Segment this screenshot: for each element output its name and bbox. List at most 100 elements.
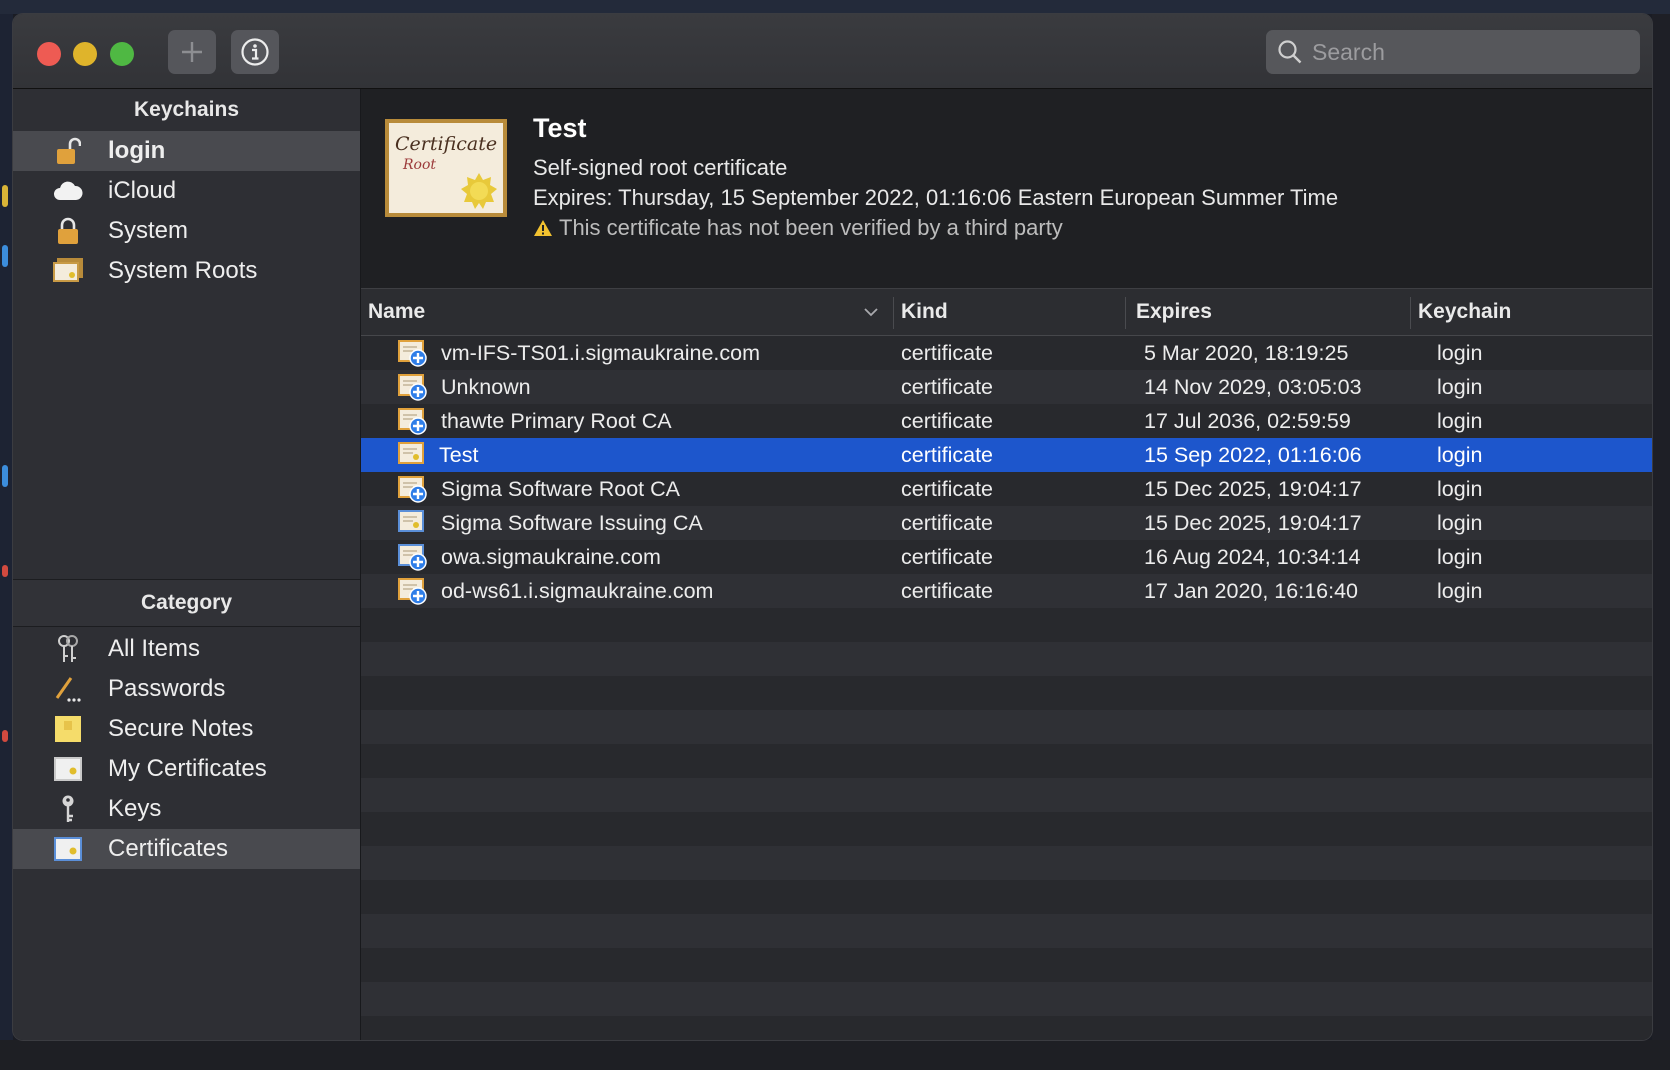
sidebar-item-secure-notes[interactable]: Secure Notes — [13, 709, 360, 749]
column-header-keychain[interactable]: Keychain — [1410, 289, 1511, 335]
search-icon — [1278, 40, 1302, 64]
column-divider[interactable] — [1410, 297, 1411, 329]
certificate-badge-title: Certificate — [395, 133, 498, 155]
unlocked-padlock-icon — [48, 136, 88, 166]
table-row[interactable]: Sigma Software Issuing CA certificate 15 D… — [361, 506, 1652, 540]
minimize-button[interactable] — [73, 42, 97, 66]
desktop-left-strip — [0, 14, 13, 1070]
row-name-text: vm-IFS-TS01.i.sigmaukraine.com — [441, 340, 760, 365]
key-icon — [48, 794, 88, 824]
main-pane: Certificate Root Test Self-signed root c… — [361, 89, 1652, 1040]
column-header-expires[interactable]: Expires — [1125, 289, 1410, 335]
column-divider[interactable] — [893, 297, 894, 329]
cell-name: owa.sigmaukraine.com — [361, 543, 893, 571]
search-field[interactable] — [1266, 30, 1640, 74]
padlock-icon — [48, 216, 88, 246]
certificate-root-icon — [397, 441, 427, 469]
sidebar-item-all-items[interactable]: All Items — [13, 629, 360, 669]
empty-row — [361, 744, 1652, 778]
row-name-text: owa.sigmaukraine.com — [441, 544, 661, 569]
sidebar-item-keys[interactable]: Keys — [13, 789, 360, 829]
cell-keychain: login — [1437, 374, 1483, 399]
cell-name: Sigma Software Root CA — [361, 475, 893, 503]
table-row[interactable]: Test certificate 15 Sep 2022, 01:16:06 logi… — [361, 438, 1652, 472]
column-header-kind[interactable]: Kind — [893, 289, 1125, 335]
cell-keychain: login — [1437, 578, 1483, 603]
certificate-icon — [48, 834, 88, 864]
certificate-person-icon — [48, 754, 88, 784]
note-icon — [48, 714, 88, 744]
cell-keychain: login — [1437, 510, 1483, 535]
sidebar-item-label: iCloud — [108, 177, 177, 204]
table-row[interactable]: thawte Primary Root CA certificate 17 Jul … — [361, 404, 1652, 438]
column-header-name[interactable]: Name — [361, 289, 893, 335]
sidebar-item-passwords[interactable]: Passwords — [13, 669, 360, 709]
add-item-button[interactable] — [168, 30, 216, 74]
keys-icon — [48, 634, 88, 664]
sidebar-item-certificates[interactable]: Certificates — [13, 829, 360, 869]
table-row[interactable]: Sigma Software Root CA certificate 15 Dec … — [361, 472, 1652, 506]
warning-icon — [534, 220, 552, 236]
table-row[interactable]: Unknown certificate 14 Nov 2029, 03:05:03 l… — [361, 370, 1652, 404]
row-name-text: od-ws61.i.sigmaukraine.com — [441, 578, 714, 603]
toolbar — [13, 14, 1652, 89]
zoom-button[interactable] — [110, 42, 134, 66]
sidebar-item-label: System Roots — [108, 257, 258, 284]
sidebar-item-my-certificates[interactable]: My Certificates — [13, 749, 360, 789]
cell-keychain: login — [1437, 340, 1483, 365]
cloud-icon — [48, 176, 88, 206]
cell-name: Sigma Software Issuing CA — [361, 509, 893, 537]
certificate-stack-icon — [48, 256, 88, 286]
desktop-dock-dot — [2, 245, 8, 267]
certificate-plus-icon — [397, 373, 427, 401]
empty-row — [361, 642, 1652, 676]
info-button[interactable] — [231, 30, 279, 74]
sidebar-item-label: System — [108, 217, 189, 244]
cell-keychain: login — [1437, 408, 1483, 433]
seal-icon — [461, 173, 497, 209]
close-button[interactable] — [37, 42, 61, 66]
sidebar-item-login[interactable]: login — [13, 131, 360, 171]
sidebar-item-icloud[interactable]: iCloud — [13, 171, 360, 211]
desktop-dock-dot — [2, 565, 8, 577]
keychains-header: Keychains — [133, 98, 240, 121]
column-header-label: Keychain — [1418, 300, 1512, 323]
sidebar-item-system-roots[interactable]: System Roots — [13, 251, 360, 291]
empty-row — [361, 914, 1652, 948]
table-row[interactable]: vm-IFS-TS01.i.sigmaukraine.com certificat… — [361, 336, 1652, 370]
cell-expires: 5 Mar 2020, 18:19:25 — [1144, 340, 1349, 365]
row-name-text: Test — [439, 442, 479, 467]
sidebar-item-label: Certificates — [108, 835, 229, 862]
cell-name: Unknown — [361, 373, 893, 401]
certificate-plus-icon — [397, 407, 427, 435]
sidebar-item-label: login — [108, 137, 166, 164]
sidebar-item-label: Secure Notes — [108, 715, 254, 742]
cell-expires: 16 Aug 2024, 10:34:14 — [1144, 544, 1361, 569]
cell-expires: 15 Sep 2022, 01:16:06 — [1144, 442, 1362, 467]
row-name-text: Sigma Software Root CA — [441, 476, 680, 501]
table-row[interactable]: owa.sigmaukraine.com certificate 16 Aug 20… — [361, 540, 1652, 574]
search-input[interactable] — [1310, 37, 1614, 67]
cell-expires: 15 Dec 2025, 19:04:17 — [1144, 510, 1362, 535]
cell-expires: 17 Jan 2020, 16:16:40 — [1144, 578, 1358, 603]
column-divider[interactable] — [1125, 297, 1126, 329]
column-header-label: Kind — [901, 300, 948, 323]
empty-row — [361, 846, 1652, 880]
desktop-right-strip — [1652, 14, 1670, 1070]
desktop-top-strip — [0, 0, 1670, 14]
chevron-down-icon — [864, 308, 878, 317]
cell-kind: certificate — [901, 442, 994, 467]
cell-keychain: login — [1437, 476, 1483, 501]
certificate-plus-icon — [397, 577, 427, 605]
certificate-title: Test — [533, 113, 587, 143]
sidebar-item-label: Keys — [108, 795, 162, 822]
desktop-dock-dot — [2, 185, 8, 207]
certificate-blue-icon — [397, 509, 427, 537]
sidebar-item-label: All Items — [108, 635, 201, 662]
cell-name: thawte Primary Root CA — [361, 407, 893, 435]
pencil-dots-icon — [48, 674, 88, 704]
certificate-detail-panel: Certificate Root Test Self-signed root c… — [361, 89, 1652, 288]
empty-row — [361, 710, 1652, 744]
sidebar-item-system[interactable]: System — [13, 211, 360, 251]
table-row[interactable]: od-ws61.i.sigmaukraine.com certificate 17 … — [361, 574, 1652, 608]
